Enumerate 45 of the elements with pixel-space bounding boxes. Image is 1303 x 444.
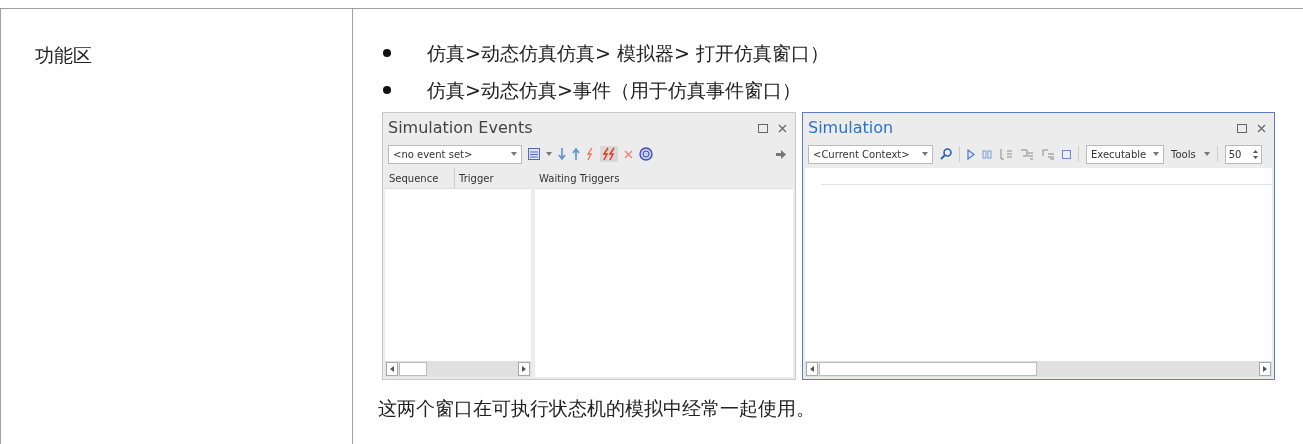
search-icon[interactable]: [940, 148, 952, 160]
bullet-text: 仿真>动态仿真>事件（用于仿真事件窗口）: [427, 77, 801, 103]
window-title: Simulation: [808, 117, 895, 139]
scroll-left-icon[interactable]: [386, 362, 398, 376]
maximize-icon[interactable]: [1237, 123, 1247, 133]
scrollbar-thumb[interactable]: [819, 362, 1037, 376]
caret-icon[interactable]: [1203, 152, 1210, 156]
maximize-icon[interactable]: [758, 123, 768, 133]
scroll-right-icon[interactable]: [1259, 362, 1271, 376]
context-dropdown[interactable]: <Current Context>: [808, 144, 933, 164]
arrow-up-icon[interactable]: [572, 148, 580, 160]
cell-label: 功能区: [35, 44, 92, 66]
double-lightning-icon[interactable]: [600, 146, 618, 162]
speed-spinner[interactable]: 50: [1224, 144, 1262, 164]
close-icon[interactable]: [1257, 123, 1266, 133]
scroll-right-icon[interactable]: [518, 362, 530, 376]
list-icon[interactable]: [528, 148, 540, 160]
help-icon[interactable]: [639, 147, 653, 161]
column-header: Waiting Triggers: [539, 171, 620, 186]
mode-dropdown[interactable]: Executable: [1086, 144, 1164, 164]
stop-icon[interactable]: [1062, 149, 1071, 159]
bullet-text: 仿真>动态仿真仿真> 模拟器> 打开仿真窗口）: [427, 41, 829, 66]
bullet-icon: [383, 85, 391, 94]
horizontal-scrollbar[interactable]: [805, 361, 1272, 377]
scrollbar-thumb[interactable]: [399, 362, 427, 376]
window-title: Simulation Events: [388, 117, 534, 139]
scroll-left-icon[interactable]: [806, 362, 818, 376]
note-text: 这两个窗口在可执行状态机的模拟中经常一起使用。: [378, 396, 816, 421]
arrow-down-icon[interactable]: [558, 148, 566, 160]
event-set-dropdown[interactable]: <no event set>: [388, 144, 522, 164]
play-icon[interactable]: [967, 148, 975, 160]
caret-icon[interactable]: [511, 152, 517, 156]
close-icon[interactable]: [778, 123, 787, 133]
arrow-right-icon[interactable]: [776, 149, 786, 159]
bullet-icon: [383, 49, 391, 58]
horizontal-scrollbar[interactable]: [385, 361, 531, 377]
caret-icon[interactable]: [546, 152, 552, 156]
lightning-icon[interactable]: [586, 148, 594, 160]
column-header: Sequence: [385, 168, 455, 188]
spinner-arrows-icon[interactable]: [1252, 148, 1258, 160]
caret-icon[interactable]: [922, 152, 928, 156]
tools-menu-button[interactable]: Tools: [1171, 146, 1210, 162]
column-header: Trigger: [458, 171, 495, 186]
close-icon[interactable]: [624, 149, 633, 159]
caret-icon[interactable]: [1153, 152, 1159, 156]
